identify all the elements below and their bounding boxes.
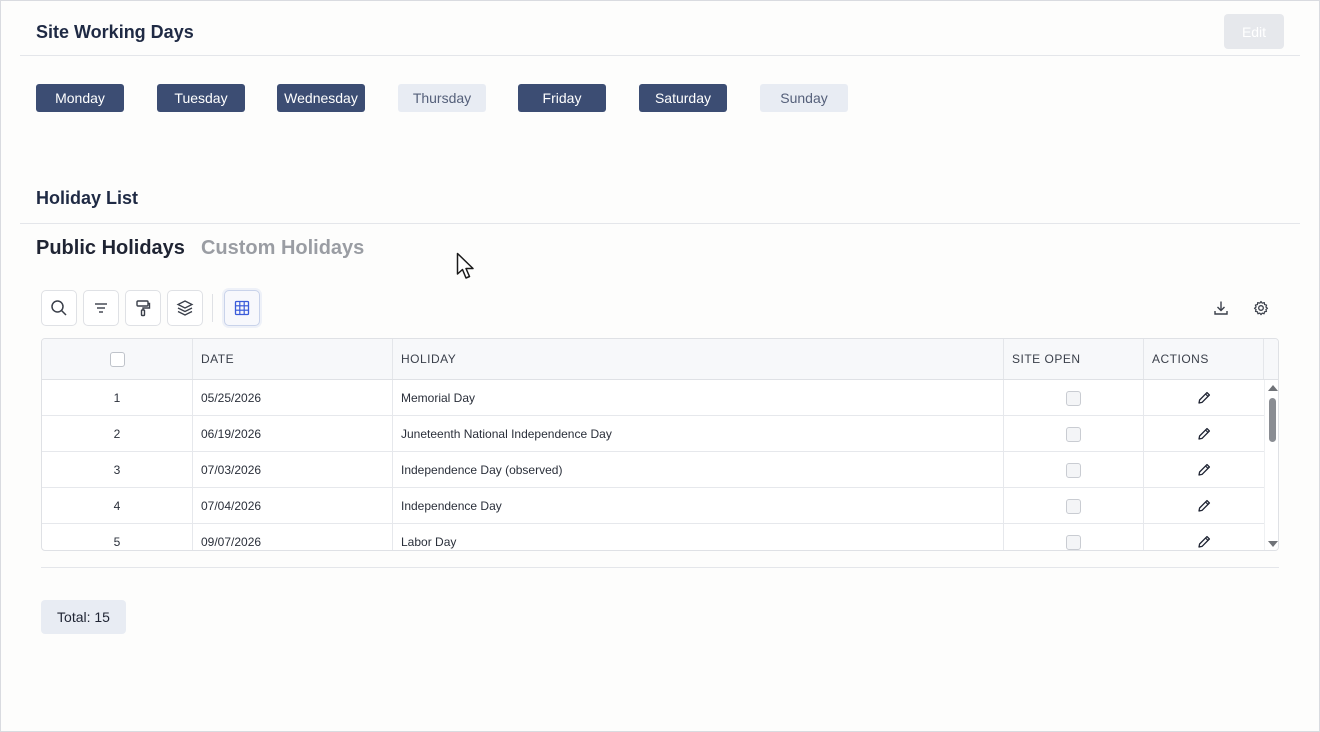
divider bbox=[20, 55, 1300, 56]
tab-custom-holidays[interactable]: Custom Holidays bbox=[201, 237, 364, 260]
row-actions bbox=[1143, 524, 1264, 550]
working-days-title: Site Working Days bbox=[36, 22, 194, 42]
mouse-cursor-icon bbox=[456, 252, 474, 279]
row-number: 1 bbox=[113, 391, 121, 405]
table-row[interactable]: 2 06/19/2026 Juneteenth National Indepen… bbox=[42, 416, 1264, 452]
filter-icon bbox=[95, 303, 107, 313]
scroll-down-icon[interactable] bbox=[1268, 541, 1278, 547]
table-scrollbar[interactable] bbox=[1264, 380, 1278, 550]
row-number: 5 bbox=[113, 535, 121, 549]
filter-button[interactable] bbox=[83, 290, 119, 326]
row-actions bbox=[1143, 416, 1264, 452]
table-row[interactable]: 3 07/03/2026 Independence Day (observed) bbox=[42, 452, 1264, 488]
gear-icon[interactable] bbox=[1249, 296, 1273, 320]
select-all-checkbox[interactable] bbox=[109, 351, 125, 367]
site-open-checkbox[interactable] bbox=[1066, 390, 1081, 406]
row-date: 05/25/2026 bbox=[192, 380, 392, 416]
layers-icon bbox=[176, 300, 194, 316]
row-site-open bbox=[1003, 380, 1143, 416]
row-number: 2 bbox=[113, 427, 121, 441]
divider bbox=[41, 567, 1279, 568]
row-holiday: Independence Day bbox=[392, 488, 1003, 524]
table-row[interactable]: 5 09/07/2026 Labor Day bbox=[42, 524, 1264, 550]
row-date: 07/04/2026 bbox=[192, 488, 392, 524]
table-header: DATE HOLIDAY SITE OPEN ACTIONS bbox=[42, 339, 1278, 380]
search-icon bbox=[51, 300, 67, 316]
day-tuesday[interactable]: Tuesday bbox=[157, 84, 245, 112]
pencil-icon[interactable] bbox=[1196, 426, 1212, 442]
row-actions bbox=[1143, 488, 1264, 524]
page-frame: Site Working Days Edit Monday Tuesday We… bbox=[0, 0, 1320, 732]
grid-view-button[interactable] bbox=[224, 290, 260, 326]
holiday-list-title: Holiday List bbox=[36, 188, 139, 208]
day-sunday[interactable]: Sunday bbox=[760, 84, 848, 112]
row-number: 3 bbox=[113, 463, 121, 477]
holiday-tabs: Public Holidays Custom Holidays bbox=[36, 237, 364, 260]
row-number: 4 bbox=[113, 499, 121, 513]
scroll-up-icon[interactable] bbox=[1268, 385, 1278, 391]
site-open-checkbox[interactable] bbox=[1066, 426, 1081, 442]
site-open-checkbox[interactable] bbox=[1066, 462, 1081, 478]
day-saturday[interactable]: Saturday bbox=[639, 84, 727, 112]
download-icon[interactable] bbox=[1209, 296, 1233, 320]
site-open-checkbox[interactable] bbox=[1066, 534, 1081, 550]
row-actions bbox=[1143, 452, 1264, 488]
holiday-table: DATE HOLIDAY SITE OPEN ACTIONS 1 05/25/2… bbox=[41, 338, 1279, 551]
table-row[interactable]: 4 07/04/2026 Independence Day bbox=[42, 488, 1264, 524]
row-site-open bbox=[1003, 416, 1143, 452]
format-button[interactable] bbox=[125, 290, 161, 326]
grid-icon bbox=[234, 300, 250, 316]
row-holiday: Independence Day (observed) bbox=[392, 452, 1003, 488]
day-wednesday[interactable]: Wednesday bbox=[277, 84, 365, 112]
day-friday[interactable]: Friday bbox=[518, 84, 606, 112]
row-site-open bbox=[1003, 524, 1143, 550]
header-spacer bbox=[1263, 339, 1278, 379]
paint-roller-icon bbox=[136, 300, 151, 317]
pencil-icon[interactable] bbox=[1196, 390, 1212, 406]
site-open-checkbox[interactable] bbox=[1066, 498, 1081, 514]
divider bbox=[20, 223, 1300, 224]
row-holiday: Juneteenth National Independence Day bbox=[392, 416, 1003, 452]
pencil-icon[interactable] bbox=[1196, 534, 1212, 550]
header-select-all[interactable] bbox=[42, 339, 192, 379]
total-badge: Total: 15 bbox=[41, 600, 126, 634]
tab-public-holidays[interactable]: Public Holidays bbox=[36, 237, 185, 260]
toolbar-separator bbox=[212, 294, 213, 322]
header-holiday[interactable]: HOLIDAY bbox=[392, 339, 1003, 379]
row-date: 07/03/2026 bbox=[192, 452, 392, 488]
row-holiday: Labor Day bbox=[392, 524, 1003, 550]
day-monday[interactable]: Monday bbox=[36, 84, 124, 112]
row-site-open bbox=[1003, 488, 1143, 524]
search-button[interactable] bbox=[41, 290, 77, 326]
header-site-open[interactable]: SITE OPEN bbox=[1003, 339, 1143, 379]
pencil-icon[interactable] bbox=[1196, 498, 1212, 514]
row-actions bbox=[1143, 380, 1264, 416]
pencil-icon[interactable] bbox=[1196, 462, 1212, 478]
row-date: 06/19/2026 bbox=[192, 416, 392, 452]
row-date: 09/07/2026 bbox=[192, 524, 392, 550]
layers-button[interactable] bbox=[167, 290, 203, 326]
header-actions: ACTIONS bbox=[1143, 339, 1263, 379]
edit-button[interactable]: Edit bbox=[1224, 14, 1284, 49]
scrollbar-thumb[interactable] bbox=[1269, 398, 1276, 442]
day-thursday[interactable]: Thursday bbox=[398, 84, 486, 112]
table-row[interactable]: 1 05/25/2026 Memorial Day bbox=[42, 380, 1264, 416]
row-holiday: Memorial Day bbox=[392, 380, 1003, 416]
row-site-open bbox=[1003, 452, 1143, 488]
header-date[interactable]: DATE bbox=[192, 339, 392, 379]
